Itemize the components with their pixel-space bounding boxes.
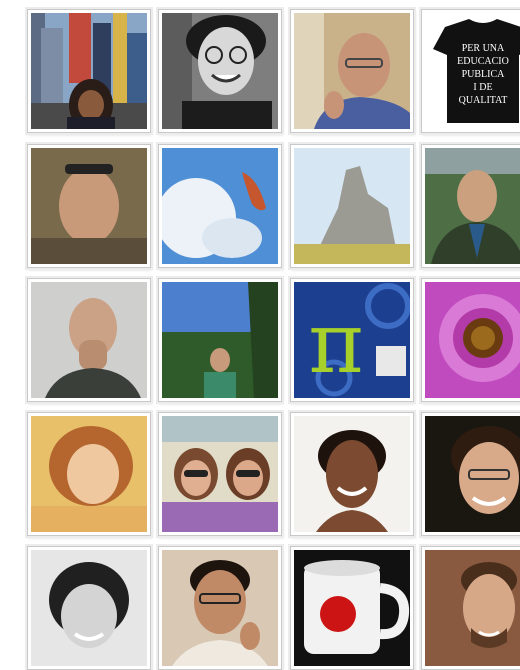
avatar-tile-woman-curly-hair[interactable] (27, 412, 151, 536)
avatar-image (294, 550, 410, 666)
avatar-tile-girl-black-white[interactable] (27, 546, 151, 670)
tshirt-text-line-1: PER UNA (462, 43, 505, 54)
avatar-tile-tshirt-slogan[interactable]: PER UNA EDUCACIO PUBLICA I DE QUALITAT (421, 9, 520, 133)
tshirt-text-line-5: QUALITAT (459, 95, 508, 106)
avatar-image (162, 282, 278, 398)
avatar-tile-times-square-woman[interactable] (27, 9, 151, 133)
avatar-grid: PER UNA EDUCACIO PUBLICA I DE QUALITAT π (0, 0, 520, 670)
avatar-tile-man-hand-on-mouth[interactable] (27, 278, 151, 402)
avatar-image (162, 416, 278, 532)
avatar-image (162, 148, 278, 264)
pi-glyph: π (308, 294, 363, 392)
avatar-image: π (294, 282, 410, 398)
avatar-tile-man-green-hills[interactable] (421, 144, 520, 268)
avatar-image (162, 13, 278, 129)
avatar-tile-two-girls-sunglasses[interactable] (158, 412, 282, 536)
avatar-image (31, 416, 147, 532)
avatar-image (162, 550, 278, 666)
avatar-image (31, 148, 147, 264)
avatar-tile-man-bearded[interactable] (421, 546, 520, 670)
avatar-tile-bald-man-glasses[interactable] (290, 9, 414, 133)
tshirt-text-line-4: I DE (473, 82, 492, 93)
avatar-tile-mug-red-dot[interactable] (290, 546, 414, 670)
avatar-tile-curly-hair-man-glasses[interactable] (158, 9, 282, 133)
avatar-tile-purple-flower[interactable] (421, 278, 520, 402)
avatar-image (294, 416, 410, 532)
avatar-image (294, 148, 410, 264)
tshirt-text-line-2: EDUCACIO (457, 56, 509, 67)
avatar-image (425, 416, 520, 532)
tshirt-text-line-3: PUBLICA (462, 69, 506, 80)
avatar-tile-young-man-smiling[interactable] (421, 412, 520, 536)
avatar-image (425, 282, 520, 398)
avatar-image (31, 13, 147, 129)
avatar-image: PER UNA EDUCACIO PUBLICA I DE QUALITAT (425, 13, 520, 129)
avatar-tile-man-forest[interactable] (158, 278, 282, 402)
avatar-tile-rock-formation[interactable] (290, 144, 414, 268)
avatar-tile-man-with-sunglasses-on-head[interactable] (27, 144, 151, 268)
avatar-image (425, 148, 520, 264)
avatar-tile-woman-smiling[interactable] (290, 412, 414, 536)
avatar-image (294, 13, 410, 129)
avatar-tile-pi-symbol[interactable]: π (290, 278, 414, 402)
avatar-image (425, 550, 520, 666)
avatar-image (31, 550, 147, 666)
avatar-tile-sky-hand[interactable] (158, 144, 282, 268)
avatar-tile-man-glasses-hand-chin[interactable] (158, 546, 282, 670)
avatar-image (31, 282, 147, 398)
